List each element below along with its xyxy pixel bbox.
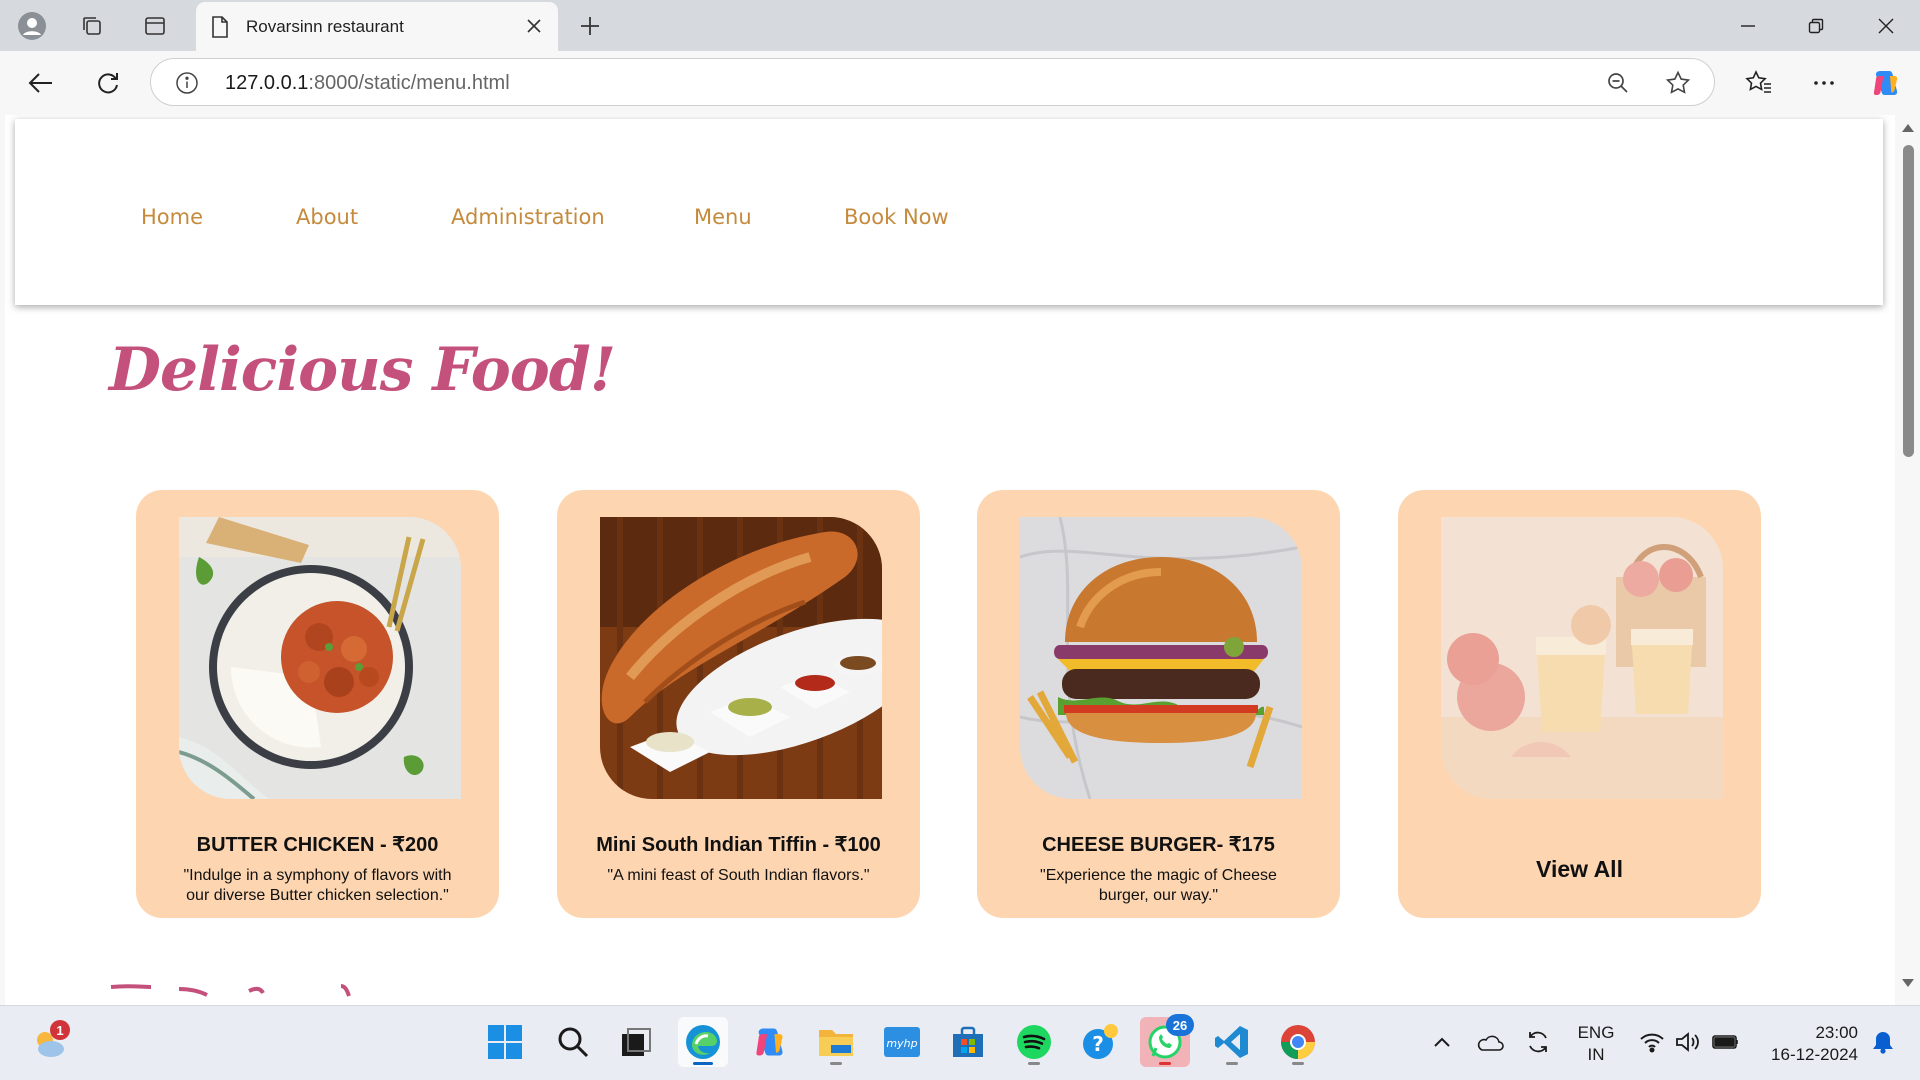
browser-tab-bar: Rovarsinn restaurant	[0, 0, 1920, 51]
scrollbar-thumb[interactable]	[1903, 145, 1914, 457]
task-view-icon[interactable]	[611, 1017, 661, 1067]
food-description: "Experience the magic of Cheese burger, …	[1040, 867, 1277, 904]
view-all-link[interactable]: View All	[1398, 856, 1761, 883]
edge-taskbar-icon[interactable]	[678, 1017, 728, 1067]
restore-icon[interactable]	[1782, 0, 1850, 51]
page-title: Delicious Food!	[109, 335, 616, 405]
whatsapp-icon[interactable]: 26	[1140, 1014, 1194, 1067]
food-description: "A mini feast of South Indian flavors."	[607, 867, 870, 884]
nav-menu[interactable]: Menu	[694, 205, 752, 229]
site-navbar: Home About Administration Menu Book Now	[15, 119, 1883, 305]
cheese-burger-image	[1020, 517, 1302, 799]
scroll-down-icon	[1902, 979, 1914, 987]
profile-icon[interactable]	[14, 8, 50, 44]
site-info-icon[interactable]	[175, 71, 199, 100]
close-window-icon[interactable]	[1852, 0, 1920, 51]
sync-icon[interactable]	[1518, 1017, 1558, 1067]
favorites-icon[interactable]	[1739, 63, 1779, 103]
active-tab[interactable]: Rovarsinn restaurant	[196, 2, 558, 51]
notification-bell-icon[interactable]	[1866, 1017, 1900, 1067]
food-name: CHEESE BURGER- ₹175	[1042, 834, 1275, 856]
food-card-butter-chicken[interactable]: BUTTER CHICKEN - ₹200 "Indulge in a symp…	[136, 490, 499, 918]
web-page: Home About Administration Menu Book Now …	[5, 115, 1895, 1005]
copilot-icon[interactable]	[1866, 63, 1906, 103]
food-card-south-indian-tiffin[interactable]: Mini South Indian Tiffin - ₹100 "A mini …	[557, 490, 920, 918]
workspaces-icon[interactable]	[74, 8, 110, 44]
copilot-taskbar-icon[interactable]	[745, 1017, 795, 1067]
scroll-up-icon	[1902, 124, 1914, 132]
page-scrollbar[interactable]	[1895, 115, 1920, 1005]
clock[interactable]: 23:00 16-12-2024	[1758, 1022, 1858, 1066]
battery-icon[interactable]	[1708, 1017, 1744, 1067]
spotify-icon[interactable]	[1009, 1017, 1059, 1067]
chrome-icon[interactable]	[1273, 1017, 1323, 1067]
vscode-icon[interactable]	[1207, 1017, 1257, 1067]
nav-book-now[interactable]: Book Now	[844, 205, 949, 229]
food-card-view-all[interactable]: View All	[1398, 490, 1761, 918]
nav-administration[interactable]: Administration	[451, 205, 605, 229]
food-card-cheese-burger[interactable]: CHEESE BURGER- ₹175 "Experience the magi…	[977, 490, 1340, 918]
apple-juice-image	[1441, 517, 1723, 799]
browser-toolbar: 127.0.0.1:8000/static/menu.html	[0, 51, 1920, 115]
search-icon[interactable]	[548, 1017, 598, 1067]
wifi-icon[interactable]	[1636, 1017, 1668, 1067]
next-section-heading	[109, 983, 369, 1005]
food-name: Mini South Indian Tiffin - ₹100	[596, 834, 881, 856]
language-code: ENG	[1577, 1023, 1615, 1042]
windows-start-icon[interactable]	[480, 1017, 530, 1067]
minimize-icon[interactable]	[1714, 0, 1782, 51]
microsoft-store-icon[interactable]	[943, 1017, 993, 1067]
zoom-out-icon[interactable]	[1603, 68, 1633, 98]
nav-about[interactable]: About	[296, 205, 358, 229]
myhp-icon[interactable]: myhp	[877, 1017, 927, 1067]
more-options-icon[interactable]	[1804, 63, 1844, 103]
windows-taskbar: 1 myhp ? 26 ENG IN 23:00 16-12-2024	[0, 1005, 1920, 1080]
tab-title: Rovarsinn restaurant	[246, 17, 404, 36]
weather-icon[interactable]: 1	[24, 1017, 74, 1067]
clock-date: 16-12-2024	[1771, 1045, 1858, 1064]
new-tab-icon[interactable]	[572, 8, 608, 44]
language-indicator[interactable]: ENG IN	[1576, 1022, 1616, 1066]
back-icon[interactable]	[21, 63, 61, 103]
nav-home[interactable]: Home	[141, 205, 203, 229]
food-name: BUTTER CHICKEN - ₹200	[196, 834, 439, 856]
refresh-icon[interactable]	[88, 63, 128, 103]
close-tab-icon[interactable]	[522, 14, 546, 38]
clock-time: 23:00	[1815, 1023, 1858, 1042]
show-hidden-icons-chevron-icon[interactable]	[1422, 1017, 1462, 1067]
vertical-tabs-icon[interactable]	[137, 8, 173, 44]
url-text: 127.0.0.1:8000/static/menu.html	[225, 72, 510, 94]
get-help-icon[interactable]: ?	[1075, 1017, 1125, 1067]
whatsapp-badge: 26	[1166, 1014, 1194, 1036]
region-code: IN	[1587, 1045, 1605, 1064]
favorite-star-icon[interactable]	[1663, 68, 1693, 98]
browser-viewport: Home About Administration Menu Book Now …	[0, 115, 1920, 1005]
onedrive-icon[interactable]	[1470, 1017, 1510, 1067]
file-explorer-icon[interactable]	[811, 1017, 861, 1067]
dosa-tiffin-image	[600, 517, 882, 799]
food-description: "Indulge in a symphony of flavors with o…	[183, 867, 452, 904]
svg-text:?: ?	[1092, 1032, 1104, 1056]
butter-chicken-image	[179, 517, 461, 799]
page-icon	[210, 15, 230, 44]
address-bar[interactable]: 127.0.0.1:8000/static/menu.html	[150, 58, 1715, 106]
volume-icon[interactable]	[1672, 1017, 1704, 1067]
svg-text:myhp: myhp	[886, 1037, 917, 1050]
weather-badge: 1	[50, 1020, 70, 1040]
